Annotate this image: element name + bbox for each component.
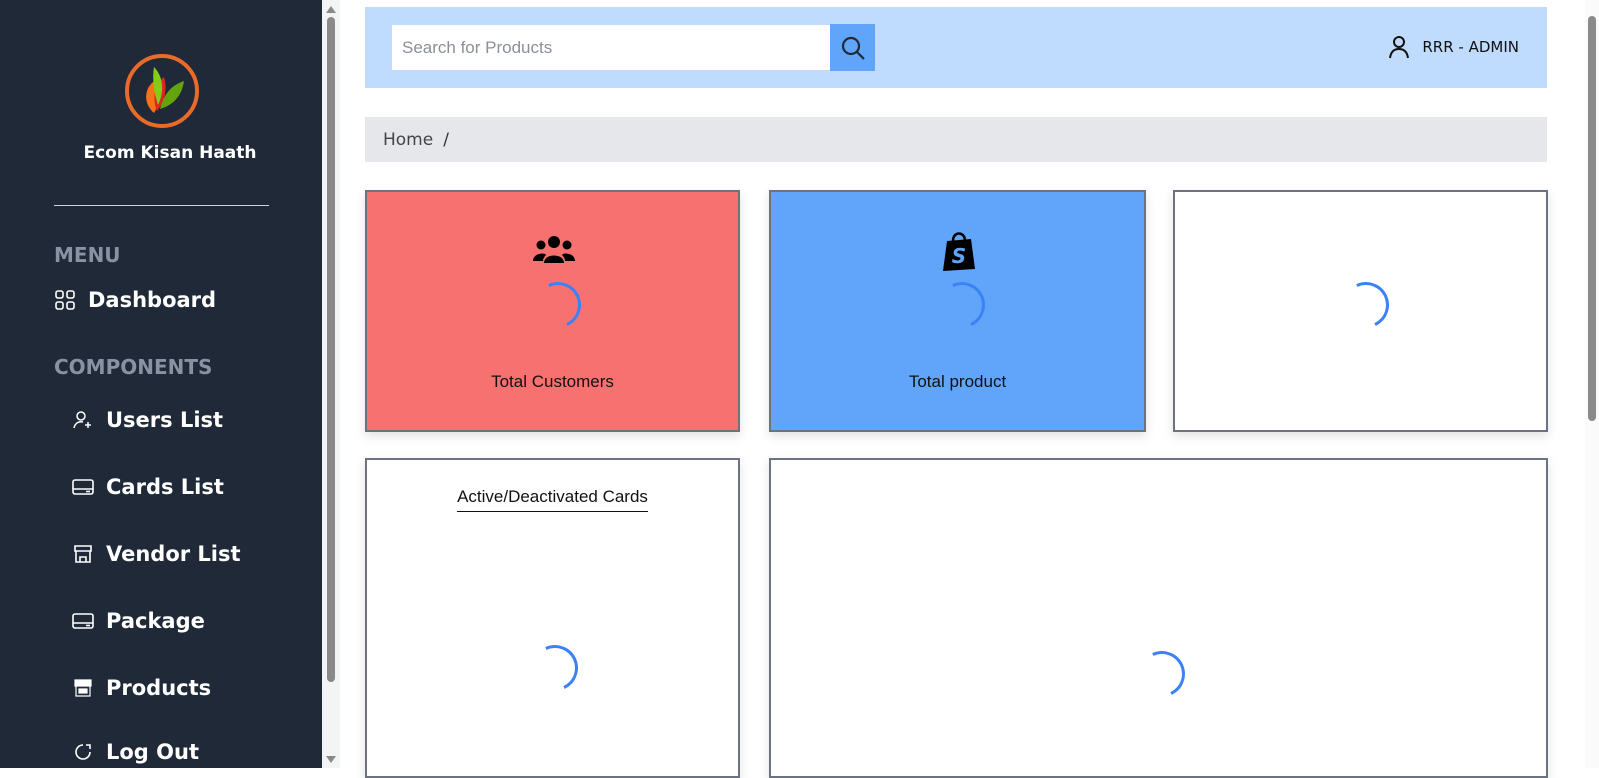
sidebar-item-users-list[interactable]: Users List [72,408,223,432]
loading-spinner [528,275,588,335]
scroll-up-arrow-icon[interactable] [326,6,336,13]
grid-icon [54,289,76,311]
sidebar-item-label: Products [106,676,212,700]
sidebar-item-package[interactable]: Package [72,609,205,633]
sidebar-scrollbar-thumb[interactable] [327,17,335,682]
logout-icon [72,741,94,763]
user-menu[interactable]: RRR - ADMIN [1388,35,1519,59]
sidebar-item-label: Cards List [106,475,224,499]
menu-label: MENU [54,243,121,267]
sidebar-item-vendor-list[interactable]: Vendor List [72,542,241,566]
stat-card-customers[interactable]: Total Customers [365,190,740,432]
loading-spinner [1336,275,1396,335]
shopify-bag-icon: S [943,232,975,271]
scroll-down-arrow-icon[interactable] [326,756,336,763]
card-icon [72,610,94,632]
logo-icon [125,54,199,128]
components-label: COMPONENTS [54,355,213,379]
sidebar-item-cards-list[interactable]: Cards List [72,475,224,499]
sidebar: Ecom Kisan Haath MENU Dashboard COMPONEN… [0,0,322,768]
stat-label: Total product [908,372,1007,391]
search-icon [841,36,865,60]
stat-card-empty[interactable] [1173,190,1548,432]
brand-name: Ecom Kisan Haath [83,143,257,163]
sidebar-item-label: Vendor List [106,542,241,566]
sidebar-item-label: Dashboard [88,288,217,312]
breadcrumb: Home / [365,117,1547,162]
search-button[interactable] [830,24,875,71]
loading-spinner [525,638,585,698]
users-icon [533,236,575,263]
sidebar-item-products[interactable]: Products [72,676,211,700]
sidebar-item-log-out[interactable]: Log Out [72,740,199,764]
search-input[interactable] [392,25,850,70]
user-add-icon [72,409,94,431]
panel-title: Active/Deactivated Cards [367,487,738,512]
svg-text:S: S [952,244,966,268]
sidebar-item-dashboard[interactable]: Dashboard [54,288,216,312]
page-scrollbar-thumb[interactable] [1588,16,1596,421]
sidebar-divider [54,205,269,206]
breadcrumb-separator: / [443,129,449,150]
sidebar-item-label: Log Out [106,740,199,764]
top-header: RRR - ADMIN [365,7,1547,88]
sidebar-item-label: Users List [106,408,224,432]
loading-spinner [932,275,992,335]
sidebar-item-label: Package [106,609,205,633]
stat-label: Total Customers [491,372,614,391]
user-label: RRR - ADMIN [1422,38,1519,56]
search-box [391,24,850,71]
cards-status-panel: Active/Deactivated Cards [365,458,740,778]
breadcrumb-home[interactable]: Home [383,130,433,150]
store-icon [72,543,94,565]
store-icon [72,677,94,699]
chart-panel [769,458,1548,778]
card-icon [72,476,94,498]
stat-card-products[interactable]: S Total product [769,190,1146,432]
loading-spinner [1132,644,1192,704]
user-icon [1389,36,1410,59]
